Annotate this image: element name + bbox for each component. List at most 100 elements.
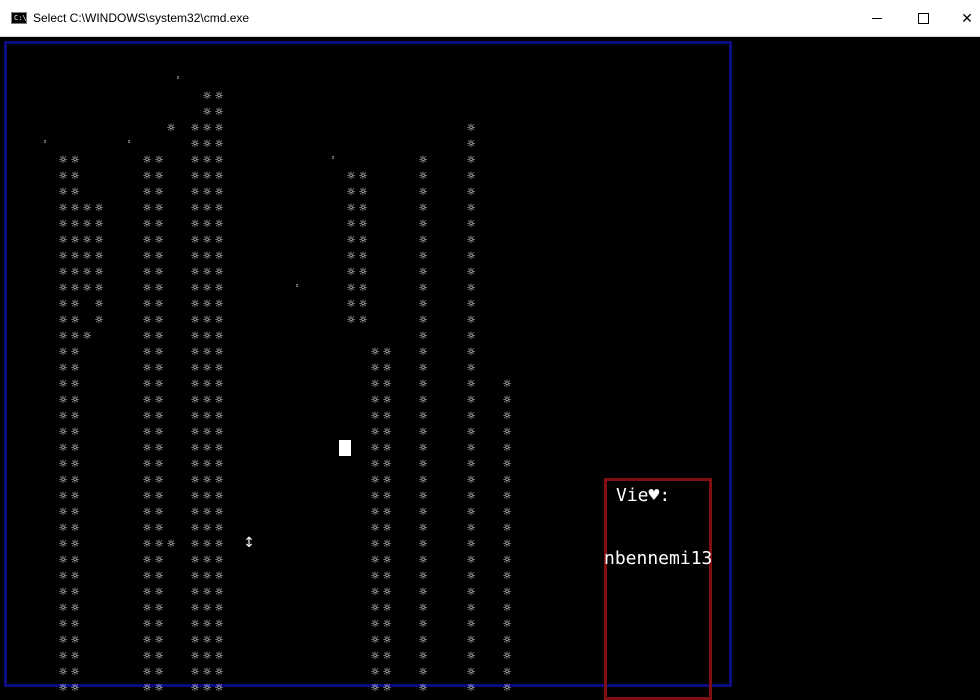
block-tile: ☼ (59, 185, 67, 200)
block-tile: ☼ (59, 457, 67, 472)
block-tile: ☼ (383, 505, 391, 520)
block-tile: ☼ (203, 521, 211, 536)
block-tile: ☼ (191, 281, 199, 296)
block-tile: ☼ (419, 441, 427, 456)
block-tile: ☼ (191, 345, 199, 360)
block-tile: ☼ (419, 457, 427, 472)
block-tile: ☼ (191, 137, 199, 152)
block-tile: ☼ (191, 489, 199, 504)
block-tile: ☼ (203, 665, 211, 680)
block-tile: ☼ (203, 569, 211, 584)
block-tile: ☼ (467, 569, 475, 584)
block-tile: ☼ (419, 153, 427, 168)
block-tile: ☼ (155, 521, 163, 536)
block-tile: ☼ (191, 569, 199, 584)
block-tile: ☼ (71, 473, 79, 488)
block-tile: ☼ (383, 377, 391, 392)
block-tile: ☼ (503, 505, 511, 520)
minimize-button[interactable] (854, 0, 900, 37)
block-tile: ☼ (419, 377, 427, 392)
block-tile: ☼ (155, 489, 163, 504)
block-tile: ☼ (59, 441, 67, 456)
block-tile: ☼ (143, 425, 151, 440)
block-tile: ☼ (503, 377, 511, 392)
block-tile: ☼ (467, 201, 475, 216)
small-marker: ² (330, 155, 336, 163)
block-tile: ☼ (359, 201, 367, 216)
block-tile: ☼ (503, 441, 511, 456)
block-tile: ☼ (143, 457, 151, 472)
block-tile: ☼ (59, 505, 67, 520)
block-tile: ☼ (143, 313, 151, 328)
block-tile: ☼ (59, 361, 67, 376)
block-tile: ☼ (383, 409, 391, 424)
block-tile: ☼ (71, 201, 79, 216)
block-tile: ☼ (419, 297, 427, 312)
block-tile: ☼ (215, 393, 223, 408)
block-tile: ☼ (203, 265, 211, 280)
block-tile: ☼ (155, 569, 163, 584)
block-tile: ☼ (143, 377, 151, 392)
block-tile: ☼ (347, 201, 355, 216)
block-tile: ☼ (215, 521, 223, 536)
block-tile: ☼ (203, 329, 211, 344)
block-tile: ☼ (503, 473, 511, 488)
block-tile: ☼ (95, 249, 103, 264)
block-tile: ☼ (419, 633, 427, 648)
block-tile: ☼ (143, 185, 151, 200)
block-tile: ☼ (143, 329, 151, 344)
block-tile: ☼ (419, 521, 427, 536)
block-tile: ☼ (59, 489, 67, 504)
block-tile: ☼ (191, 473, 199, 488)
block-tile: ☼ (503, 649, 511, 664)
block-tile: ☼ (143, 553, 151, 568)
block-tile: ☼ (59, 233, 67, 248)
block-tile: ☼ (95, 201, 103, 216)
block-tile: ☼ (155, 665, 163, 680)
block-tile: ☼ (191, 409, 199, 424)
block-tile: ☼ (467, 377, 475, 392)
block-tile: ☼ (359, 297, 367, 312)
block-tile: ☼ (71, 281, 79, 296)
block-tile: ☼ (71, 329, 79, 344)
block-tile: ☼ (155, 201, 163, 216)
block-tile: ☼ (419, 425, 427, 440)
block-tile: ☼ (359, 185, 367, 200)
block-tile: ☼ (467, 185, 475, 200)
block-tile: ☼ (419, 361, 427, 376)
block-tile: ☼ (71, 297, 79, 312)
small-marker: ² (294, 283, 300, 291)
block-tile: ☼ (467, 265, 475, 280)
console-area[interactable]: ☼ ☼ ☼ ☼ ☼ ☼ ☼ ☼ ☼ ☼ ☼ ☼ ☼ ☼ ☼ ☼ ☼ ☼ ☼ ☼ ☼ ☼ ☼ ☼ ☼ ☼ ☼ ☼ ☼ ☼ ☼ ☼ ☼ ☼ ☼ ☼ ☼ ☼ ☼ ☼… (0, 37, 980, 700)
block-tile: ☼ (467, 649, 475, 664)
block-tile: ☼ (59, 217, 67, 232)
block-tile: ☼ (71, 345, 79, 360)
block-tile: ☼ (71, 601, 79, 616)
block-tile: ☼ (71, 633, 79, 648)
block-tile: ☼ (467, 233, 475, 248)
block-tile: ☼ (371, 553, 379, 568)
block-tile: ☼ (467, 393, 475, 408)
block-tile: ☼ (143, 153, 151, 168)
title-bar: C:\ Select C:\WINDOWS\system32\cmd.exe ✕ (0, 0, 980, 37)
block-tile: ☼ (467, 169, 475, 184)
cmd-prompt-glyph: C:\ (14, 14, 27, 22)
block-tile: ☼ (383, 457, 391, 472)
block-tile: ☼ (59, 297, 67, 312)
block-tile: ☼ (203, 169, 211, 184)
block-tile: ☼ (467, 297, 475, 312)
block-tile: ☼ (419, 585, 427, 600)
block-tile: ☼ (83, 233, 91, 248)
block-tile: ☼ (383, 521, 391, 536)
block-tile: ☼ (191, 313, 199, 328)
block-tile: ☼ (371, 345, 379, 360)
block-tile: ☼ (71, 361, 79, 376)
block-tile: ☼ (59, 633, 67, 648)
block-tile: ☼ (71, 457, 79, 472)
block-tile: ☼ (359, 169, 367, 184)
block-tile: ☼ (167, 121, 175, 136)
block-tile: ☼ (359, 249, 367, 264)
maximize-button[interactable] (900, 0, 946, 37)
block-tile: ☼ (191, 633, 199, 648)
close-button[interactable]: ✕ (944, 0, 980, 37)
